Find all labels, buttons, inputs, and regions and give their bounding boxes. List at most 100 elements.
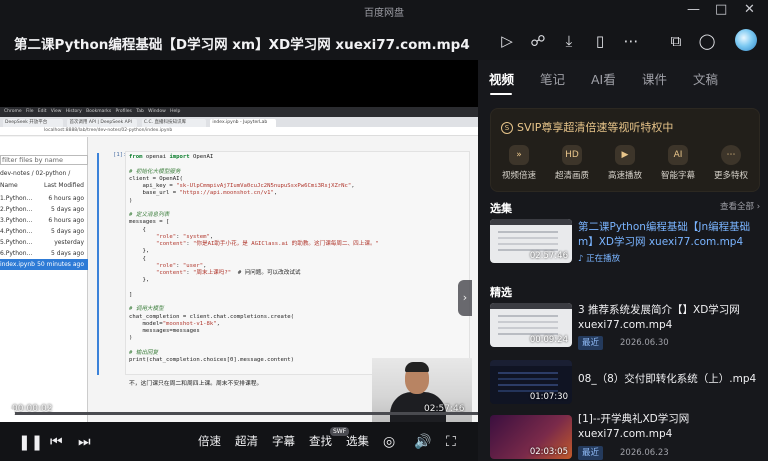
add-to-playlist-icon[interactable]: ▷ — [497, 31, 517, 51]
feature-smart-subtitle[interactable]: AI 智能字幕 — [651, 145, 705, 181]
file-row: 5.Python... yesterday — [0, 239, 84, 246]
browser-menu-item: Edit — [37, 109, 47, 114]
file-row-selected: index.ipynb 50 minutes ago — [0, 259, 88, 270]
svip-badge-icon: S — [501, 122, 513, 134]
tab-notes[interactable]: 笔记 — [540, 69, 565, 88]
fullscreen-icon[interactable]: ⛶ — [446, 434, 456, 450]
code-text: from openai import OpenAI # 初始化大模型服务 cli… — [129, 154, 379, 363]
phone-icon[interactable]: ▯ — [590, 31, 610, 51]
download-icon[interactable]: ⤓ — [559, 31, 579, 51]
featured-title: 08_（8）交付即转化系统（上）.mp4 — [578, 373, 757, 385]
settings-icon[interactable]: ◎ — [383, 434, 395, 450]
more-icon[interactable]: ⋯ — [621, 31, 641, 51]
browser-menu-item: Profiles — [115, 109, 132, 114]
presenter-hair — [405, 362, 429, 372]
quality-button[interactable]: 超清 — [235, 433, 258, 449]
featured-title: 3 推荐系统发展简介【】XD学习网 xuexi77.com.mp4 — [578, 304, 740, 331]
browser-menu-item: History — [65, 109, 82, 114]
video-player[interactable]: Chrome File Edit View History Bookmarks … — [0, 60, 478, 422]
browser-menu-item: Window — [148, 109, 166, 114]
cell-indicator — [97, 153, 99, 375]
episodes-heading: 选集 — [490, 202, 512, 215]
close-icon[interactable]: ✕ — [744, 2, 755, 18]
next-icon[interactable]: ⏭ — [78, 434, 91, 450]
search-button[interactable]: 查找 — [309, 433, 332, 449]
tab-courseware[interactable]: 课件 — [642, 69, 667, 88]
avatar[interactable] — [735, 29, 757, 51]
episode-title: 第二课Python编程基础【Jn编程基础m】XD学习网 xuexi77.com.… — [578, 221, 751, 248]
browser-menu-item: Help — [170, 109, 181, 114]
featured-title: [1]--开学典礼XD学习网 xuexi77.com.mp4 — [578, 413, 690, 440]
previous-icon[interactable]: ⏮ — [50, 434, 63, 450]
file-filter-input: filter files by name — [0, 155, 88, 165]
share-icon[interactable]: ☍ — [528, 31, 548, 51]
browser-menu-item: Bookmarks — [86, 109, 112, 114]
address-bar: localhost:8888/lab/tree/dev-notes/02-pyt… — [0, 127, 478, 136]
browser-menu-item: Tab — [136, 109, 144, 114]
subtitle-button[interactable]: 字幕 — [272, 433, 295, 449]
browser-menu-item: View — [50, 109, 62, 114]
featured-heading: 精选 — [490, 286, 512, 299]
feature-more[interactable]: ⋯ 更多特权 — [704, 145, 758, 181]
pip-icon[interactable]: ⧉ — [666, 31, 686, 51]
speed-button[interactable]: 倍速 — [198, 433, 221, 449]
file-row: 6.Python... 5 days ago — [0, 250, 84, 257]
browser-tab: DeepSeek 开放平台 — [3, 119, 63, 127]
window-title: 百度网盘 — [364, 8, 404, 19]
smart-subtitle-icon: AI — [668, 145, 688, 165]
feature-fast-play[interactable]: ▶ 高速播放 — [598, 145, 652, 181]
now-playing-status: ♪ 正在播放 — [578, 254, 621, 264]
browser-menu-item: File — [25, 109, 34, 114]
feature-hd[interactable]: HD 超清画质 — [545, 145, 599, 181]
pin-icon[interactable]: ◯ — [697, 31, 717, 51]
baidu-netdisk-player-window: 百度网盘 — □ ✕ 第二课Python编程基础【D学习网 xm】XD学习网 x… — [0, 0, 768, 461]
episode-thumbnail: 02:57:46 — [490, 219, 572, 263]
maximize-icon[interactable]: □ — [715, 2, 727, 18]
hd-icon: HD — [562, 145, 582, 165]
browser-menu-item: Chrome — [4, 109, 22, 114]
tab-transcript[interactable]: 文稿 — [693, 69, 718, 88]
progress-bar[interactable] — [0, 409, 478, 418]
video-title: 第二课Python编程基础【D学习网 xm】XD学习网 xuexi77.com.… — [14, 37, 470, 53]
pause-icon[interactable]: ❚❚ — [18, 434, 43, 450]
svip-banner[interactable]: S SVIP尊享超清倍速等视听特权中 » 视频倍速 HD 超清画质 ▶ 高速播放 AI 智… — [490, 108, 760, 192]
recent-badge: 最近 — [578, 446, 604, 460]
episode-duration: 02:57:46 — [529, 251, 568, 261]
panel-tabs: 视频 笔记 AI看 课件 文稿 — [478, 60, 768, 102]
sound-wave-icon: ♪ — [578, 254, 584, 264]
side-panel: 视频 笔记 AI看 课件 文稿 S SVIP尊享超清倍速等视听特权中 » 视频倍速 … — [478, 60, 768, 461]
file-row: 3.Python... 6 hours ago — [0, 217, 84, 224]
file-browser: filter files by name dev-notes / 02-pyth… — [0, 137, 88, 422]
browser-tabs: DeepSeek 开放平台 首次调用 API | DeepSeek API C.… — [0, 117, 478, 127]
recent-badge: 最近 — [578, 336, 604, 350]
feature-speed[interactable]: » 视频倍速 — [492, 145, 546, 181]
tab-video[interactable]: 视频 — [489, 69, 514, 88]
progress-handle[interactable] — [5, 409, 15, 418]
collapse-panel-icon[interactable]: › — [458, 280, 472, 316]
active-tab-underline — [490, 93, 512, 95]
view-all-link[interactable]: 查看全部 › — [720, 200, 760, 212]
browser-menu-bar: Chrome File Edit View History Bookmarks … — [0, 107, 478, 117]
file-row: 1.Python... 6 hours ago — [0, 195, 84, 202]
episodes-button[interactable]: 选集 — [346, 433, 369, 449]
col-modified: Last Modified — [43, 182, 84, 189]
featured-date: 2026.06.23 — [620, 448, 669, 458]
browser-tab: index.ipynb - JupyterLab — [210, 119, 277, 127]
file-row: 4.Python... 5 days ago — [0, 228, 84, 235]
featured-thumbnail: 02:03:05 — [490, 415, 572, 459]
browser-tab: 首次调用 API | DeepSeek API — [67, 119, 138, 127]
featured-thumbnail: 01:07:30 — [490, 360, 572, 404]
file-row: 2.Python... 5 days ago — [0, 206, 84, 213]
volume-icon[interactable]: 🔊 — [414, 434, 431, 450]
fast-play-icon: ▶ — [615, 145, 635, 165]
url-text: localhost:8888/lab/tree/dev-notes/02-pyt… — [44, 128, 173, 133]
speed-icon: » — [509, 145, 529, 165]
svip-title: S SVIP尊享超清倍速等视听特权中 — [501, 119, 673, 135]
browser-tab: C.C. 直播科技知识库 — [141, 119, 206, 127]
minimize-icon[interactable]: — — [687, 2, 700, 18]
tab-ai[interactable]: AI看 — [591, 69, 616, 88]
file-list-header: Name Last Modified — [0, 182, 88, 189]
file-path: dev-notes / 02-python / — [0, 170, 71, 177]
featured-thumbnail: 00:09:24 — [490, 303, 572, 347]
featured-date: 2026.06.30 — [620, 338, 669, 348]
